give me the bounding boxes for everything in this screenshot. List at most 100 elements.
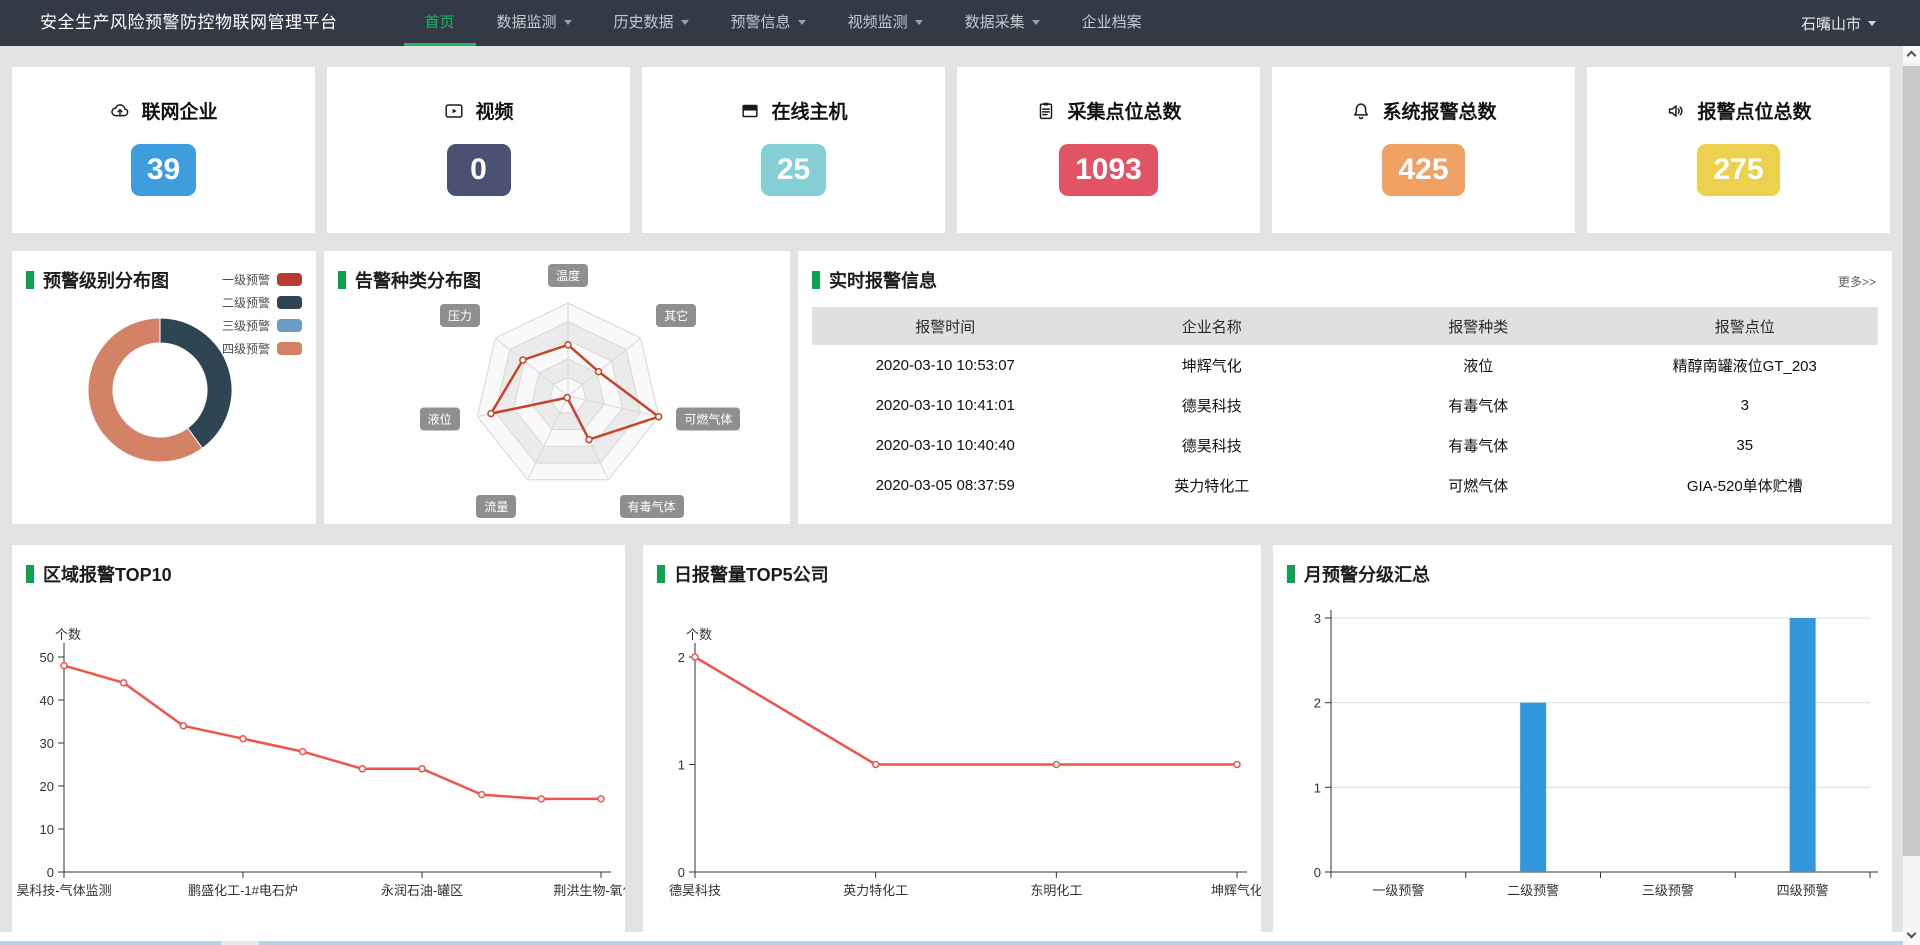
radar-axis-label-1: 其它	[656, 304, 696, 327]
daily-alarm-top5-line-chart: 012个数德昊科技英力特化工东明化工坤辉气化	[643, 545, 1261, 937]
stat-label-row: 系统报警总数	[1272, 97, 1575, 124]
pie-legend: 一级预警二级预警三级预警四级预警	[222, 268, 302, 360]
table-row-2[interactable]: 2020-03-10 10:40:40德昊科技有毒气体35	[812, 425, 1878, 465]
stat-card-0: 联网企业 39	[12, 67, 315, 233]
svg-text:东明化工: 东明化工	[1030, 883, 1082, 898]
card-title-text: 日报警量TOP5公司	[674, 561, 829, 587]
card-title: 实时报警信息	[812, 267, 937, 293]
svg-text:一级预警: 一级预警	[1372, 883, 1424, 898]
stat-card-2: 在线主机 25	[642, 67, 945, 233]
scroll-down-button[interactable]	[1903, 928, 1920, 945]
card-realtime-alarms: 实时报警信息 更多>> 报警时间企业名称报警种类报警点位 2020-03-10 …	[798, 251, 1892, 524]
title-marker	[26, 271, 34, 289]
nav-item-1[interactable]: 数据监测	[476, 0, 593, 46]
table-cell: 35	[1612, 437, 1879, 454]
stat-label: 采集点位总数	[1067, 97, 1181, 124]
table-cell: 2020-03-10 10:53:07	[812, 357, 1079, 374]
stat-value-badge: 1093	[1059, 144, 1158, 196]
stat-label: 视频	[475, 97, 513, 124]
table-cell: 液位	[1345, 355, 1612, 376]
stat-card-3: 采集点位总数 1093	[957, 67, 1260, 233]
chevron-down-icon	[564, 20, 572, 29]
stat-label: 系统报警总数	[1382, 97, 1496, 124]
monthly-warning-bar-chart: 0123一级预警二级预警三级预警四级预警	[1273, 545, 1892, 937]
svg-text:1: 1	[1314, 780, 1321, 795]
title-marker	[812, 271, 820, 289]
taskbar-top-line	[0, 941, 1903, 945]
table-row-3[interactable]: 2020-03-05 08:37:59英力特化工可燃气体GIA-520单体贮槽	[812, 465, 1878, 505]
svg-text:英力特化工: 英力特化工	[843, 883, 908, 898]
nav-item-5[interactable]: 数据采集	[944, 0, 1061, 46]
speaker-icon	[1665, 100, 1687, 122]
svg-text:鹏盛化工-1#电石炉: 鹏盛化工-1#电石炉	[188, 883, 298, 898]
svg-text:0: 0	[1314, 865, 1321, 880]
chevron-up-icon	[1907, 51, 1917, 61]
legend-label: 三级预警	[222, 317, 270, 334]
stat-label-row: 联网企业	[12, 97, 315, 124]
card-alarm-type-distribution: 告警种类分布图 温度其它可燃气体有毒气体流量液位压力	[324, 251, 790, 524]
nav-item-label: 企业档案	[1082, 11, 1142, 32]
card-title: 预警级别分布图	[26, 267, 169, 293]
table-cell: 2020-03-05 08:37:59	[812, 477, 1079, 494]
table-cell: GIA-520单体贮槽	[1612, 475, 1879, 496]
scroll-up-button[interactable]	[1903, 46, 1920, 63]
region-label: 石嘴山市	[1801, 13, 1861, 34]
table-header-cell: 企业名称	[1079, 316, 1346, 337]
legend-item-3[interactable]: 四级预警	[222, 337, 302, 360]
radar-axis-label-4: 流量	[476, 495, 516, 518]
table-cell: 精醇南罐液位GT_203	[1612, 355, 1879, 376]
nav-item-label: 首页	[425, 11, 455, 32]
cloud-upload-icon	[109, 100, 131, 122]
table-header-row: 报警时间企业名称报警种类报警点位	[812, 307, 1878, 345]
chevron-down-icon	[1868, 21, 1876, 30]
table-row-0[interactable]: 2020-03-10 10:53:07坤辉气化液位精醇南罐液位GT_203	[812, 345, 1878, 385]
vertical-scrollbar[interactable]	[1903, 46, 1920, 945]
svg-text:昊科技-气体监测: 昊科技-气体监测	[16, 883, 111, 898]
svg-text:2: 2	[678, 650, 685, 665]
nav-item-0[interactable]: 首页	[404, 0, 476, 46]
svg-text:30: 30	[40, 736, 54, 751]
card-region-alarm-top10: 区域报警TOP10 01020304050个数昊科技-气体监测鹏盛化工-1#电石…	[12, 545, 625, 937]
svg-text:永润石油-罐区: 永润石油-罐区	[381, 883, 463, 898]
legend-item-2[interactable]: 三级预警	[222, 314, 302, 337]
top-nav: 安全生产风险预警防控物联网管理平台 首页数据监测历史数据预警信息视频监测数据采集…	[0, 0, 1920, 46]
legend-item-1[interactable]: 二级预警	[222, 291, 302, 314]
chevron-down-icon	[1907, 929, 1917, 939]
legend-swatch	[277, 273, 302, 286]
more-link[interactable]: 更多>>	[1838, 273, 1876, 290]
table-cell: 德昊科技	[1079, 395, 1346, 416]
table-cell: 3	[1612, 397, 1879, 414]
table-header-cell: 报警种类	[1345, 316, 1612, 337]
nav-item-6[interactable]: 企业档案	[1061, 0, 1163, 46]
stat-label: 在线主机	[771, 97, 847, 124]
scrollbar-thumb[interactable]	[1903, 66, 1920, 856]
nav-item-2[interactable]: 历史数据	[593, 0, 710, 46]
radar-axis-label-5: 液位	[420, 408, 460, 431]
stat-card-1: 视频 0	[327, 67, 630, 233]
legend-swatch	[277, 342, 302, 355]
nav-menu: 首页数据监测历史数据预警信息视频监测数据采集企业档案	[404, 0, 1163, 46]
table-cell: 英力特化工	[1079, 475, 1346, 496]
svg-text:10: 10	[40, 822, 54, 837]
nav-item-4[interactable]: 视频监测	[827, 0, 944, 46]
svg-text:二级预警: 二级预警	[1507, 883, 1559, 898]
nav-item-3[interactable]: 预警信息	[710, 0, 827, 46]
legend-label: 四级预警	[222, 340, 270, 357]
table-row-1[interactable]: 2020-03-10 10:41:01德昊科技有毒气体3	[812, 385, 1878, 425]
card-title-text: 区域报警TOP10	[43, 561, 172, 587]
svg-text:坤辉气化: 坤辉气化	[1211, 883, 1261, 898]
card-title-text: 预警级别分布图	[43, 267, 169, 293]
region-selector[interactable]: 石嘴山市	[1801, 0, 1876, 46]
svg-text:3: 3	[1314, 611, 1321, 626]
svg-text:50: 50	[40, 650, 54, 665]
svg-text:20: 20	[40, 779, 54, 794]
legend-item-0[interactable]: 一级预警	[222, 268, 302, 291]
svg-text:三级预警: 三级预警	[1642, 883, 1694, 898]
table-header-cell: 报警点位	[1612, 316, 1879, 337]
radar-axis-label-0: 温度	[548, 264, 588, 287]
svg-text:2: 2	[1314, 696, 1321, 711]
table-body: 2020-03-10 10:53:07坤辉气化液位精醇南罐液位GT_203202…	[812, 345, 1878, 505]
svg-text:1: 1	[678, 758, 685, 773]
card-title: 告警种类分布图	[338, 267, 481, 293]
app-title: 安全生产风险预警防控物联网管理平台	[40, 0, 338, 46]
